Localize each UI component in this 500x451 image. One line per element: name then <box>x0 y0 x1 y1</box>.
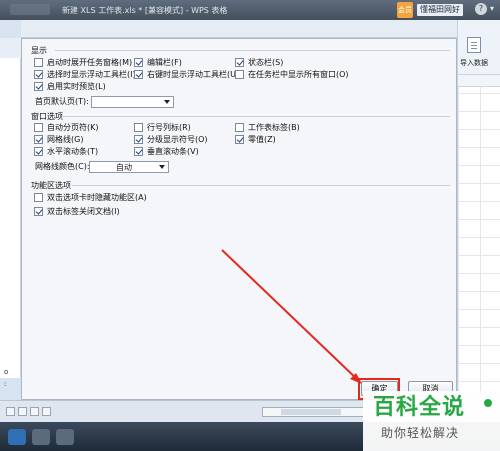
option-sheet-tabs[interactable]: 工作表标签(B) <box>235 122 300 133</box>
spreadsheet-area: 导入数据 <box>457 20 500 395</box>
section-window-heading: 窗口选项 <box>31 112 63 121</box>
checkbox[interactable] <box>134 58 143 67</box>
option-vertical-scrollbar[interactable]: 垂直滚动条(V) <box>134 146 199 157</box>
title-bar: 新建 XLS 工作表.xls * [兼容模式] - WPS 表格 会员 懂福田网… <box>0 0 500 20</box>
left-pane-text: o <box>4 368 9 376</box>
option-expand-task-pane[interactable]: 启动时展开任务窗格(M) <box>34 57 132 68</box>
chevron-down-icon <box>159 165 165 169</box>
options-dialog <box>21 38 457 400</box>
member-icon[interactable]: 会员 <box>397 2 413 18</box>
option-live-preview[interactable]: 启用实时预览(L) <box>34 81 106 92</box>
section-divider <box>55 50 450 51</box>
help-icon[interactable]: ? <box>475 3 487 15</box>
checkbox[interactable] <box>34 82 43 91</box>
checkbox[interactable] <box>34 70 43 79</box>
checkbox[interactable] <box>34 135 43 144</box>
checkbox[interactable] <box>235 135 244 144</box>
checkbox[interactable] <box>134 135 143 144</box>
section-display-heading: 显示 <box>31 46 47 55</box>
column-header[interactable] <box>458 75 500 87</box>
checkbox[interactable] <box>34 207 43 216</box>
checkbox[interactable] <box>34 58 43 67</box>
chevron-down-icon <box>164 100 170 104</box>
checkbox[interactable] <box>235 58 244 67</box>
homepage-select[interactable] <box>91 96 174 108</box>
checkbox[interactable] <box>34 147 43 156</box>
option-float-toolbar-on-right-click[interactable]: 右键时显示浮动工具栏(U) <box>134 69 239 80</box>
section-divider <box>63 116 450 117</box>
chevron-down-icon[interactable]: ▾ <box>490 4 494 13</box>
option-horizontal-scrollbar[interactable]: 水平滚动条(T) <box>34 146 98 157</box>
user-account-button[interactable]: 懂福田网好 <box>417 4 463 16</box>
checkbox[interactable] <box>34 193 43 202</box>
left-task-pane: o : <box>0 38 21 388</box>
option-status-bar[interactable]: 状态栏(S) <box>235 57 283 68</box>
homepage-label: 首页默认页(T): <box>35 97 89 106</box>
option-auto-page-break[interactable]: 自动分页符(K) <box>34 122 99 133</box>
taskbar-app-icon[interactable] <box>32 429 50 445</box>
gridline-color-select[interactable]: 自动 <box>89 161 169 173</box>
option-float-toolbar-on-select[interactable]: 选择时显示浮动工具栏(I) <box>34 69 136 80</box>
left-pane-text: : <box>4 380 7 388</box>
section-divider <box>72 185 450 186</box>
horizontal-scrollbar[interactable] <box>262 407 372 417</box>
last-sheet-icon[interactable] <box>42 407 51 416</box>
option-gridlines[interactable]: 网格线(G) <box>34 134 83 145</box>
checkbox[interactable] <box>235 70 244 79</box>
prev-sheet-icon[interactable] <box>18 407 27 416</box>
option-close-doc-on-double-click[interactable]: 双击标签关闭文档(I) <box>34 206 120 217</box>
checkbox[interactable] <box>34 123 43 132</box>
first-sheet-icon[interactable] <box>6 407 15 416</box>
checkbox[interactable] <box>134 70 143 79</box>
section-ribbon-heading: 功能区选项 <box>31 181 71 190</box>
option-formula-bar[interactable]: 编辑栏(F) <box>134 57 182 68</box>
gridline-color-label: 网格线颜色(C): <box>35 162 90 171</box>
checkbox[interactable] <box>134 123 143 132</box>
window-title: 新建 XLS 工作表.xls * [兼容模式] - WPS 表格 <box>62 6 228 15</box>
checkbox[interactable] <box>235 123 244 132</box>
next-sheet-icon[interactable] <box>30 407 39 416</box>
option-hide-ribbon-on-double-click[interactable]: 双击选项卡时隐藏功能区(A) <box>34 192 147 203</box>
import-data-button[interactable]: 导入数据 <box>460 58 488 68</box>
option-zero-values[interactable]: 零值(Z) <box>235 134 276 145</box>
watermark: 百科全说 助你轻松解决 <box>363 391 500 451</box>
option-outline-symbols[interactable]: 分级显示符号(O) <box>134 134 208 145</box>
dialog-tab-strip <box>21 20 457 38</box>
left-pane-header <box>0 38 21 58</box>
start-icon[interactable] <box>8 429 26 445</box>
watermark-subtitle: 助你轻松解决 <box>381 426 460 440</box>
ribbon-strip: 导入数据 <box>458 20 500 75</box>
import-data-icon[interactable] <box>467 37 481 53</box>
checkbox[interactable] <box>134 147 143 156</box>
cell-grid[interactable] <box>458 75 500 395</box>
quick-access-toolbar[interactable] <box>10 4 50 15</box>
option-row-col-headers[interactable]: 行号列标(R) <box>134 122 191 133</box>
watermark-logo-icon <box>484 399 492 407</box>
option-show-all-windows-in-taskbar[interactable]: 在任务栏中显示所有窗口(O) <box>235 69 349 80</box>
taskbar-app-icon[interactable] <box>56 429 74 445</box>
watermark-title: 百科全说 <box>373 395 466 420</box>
